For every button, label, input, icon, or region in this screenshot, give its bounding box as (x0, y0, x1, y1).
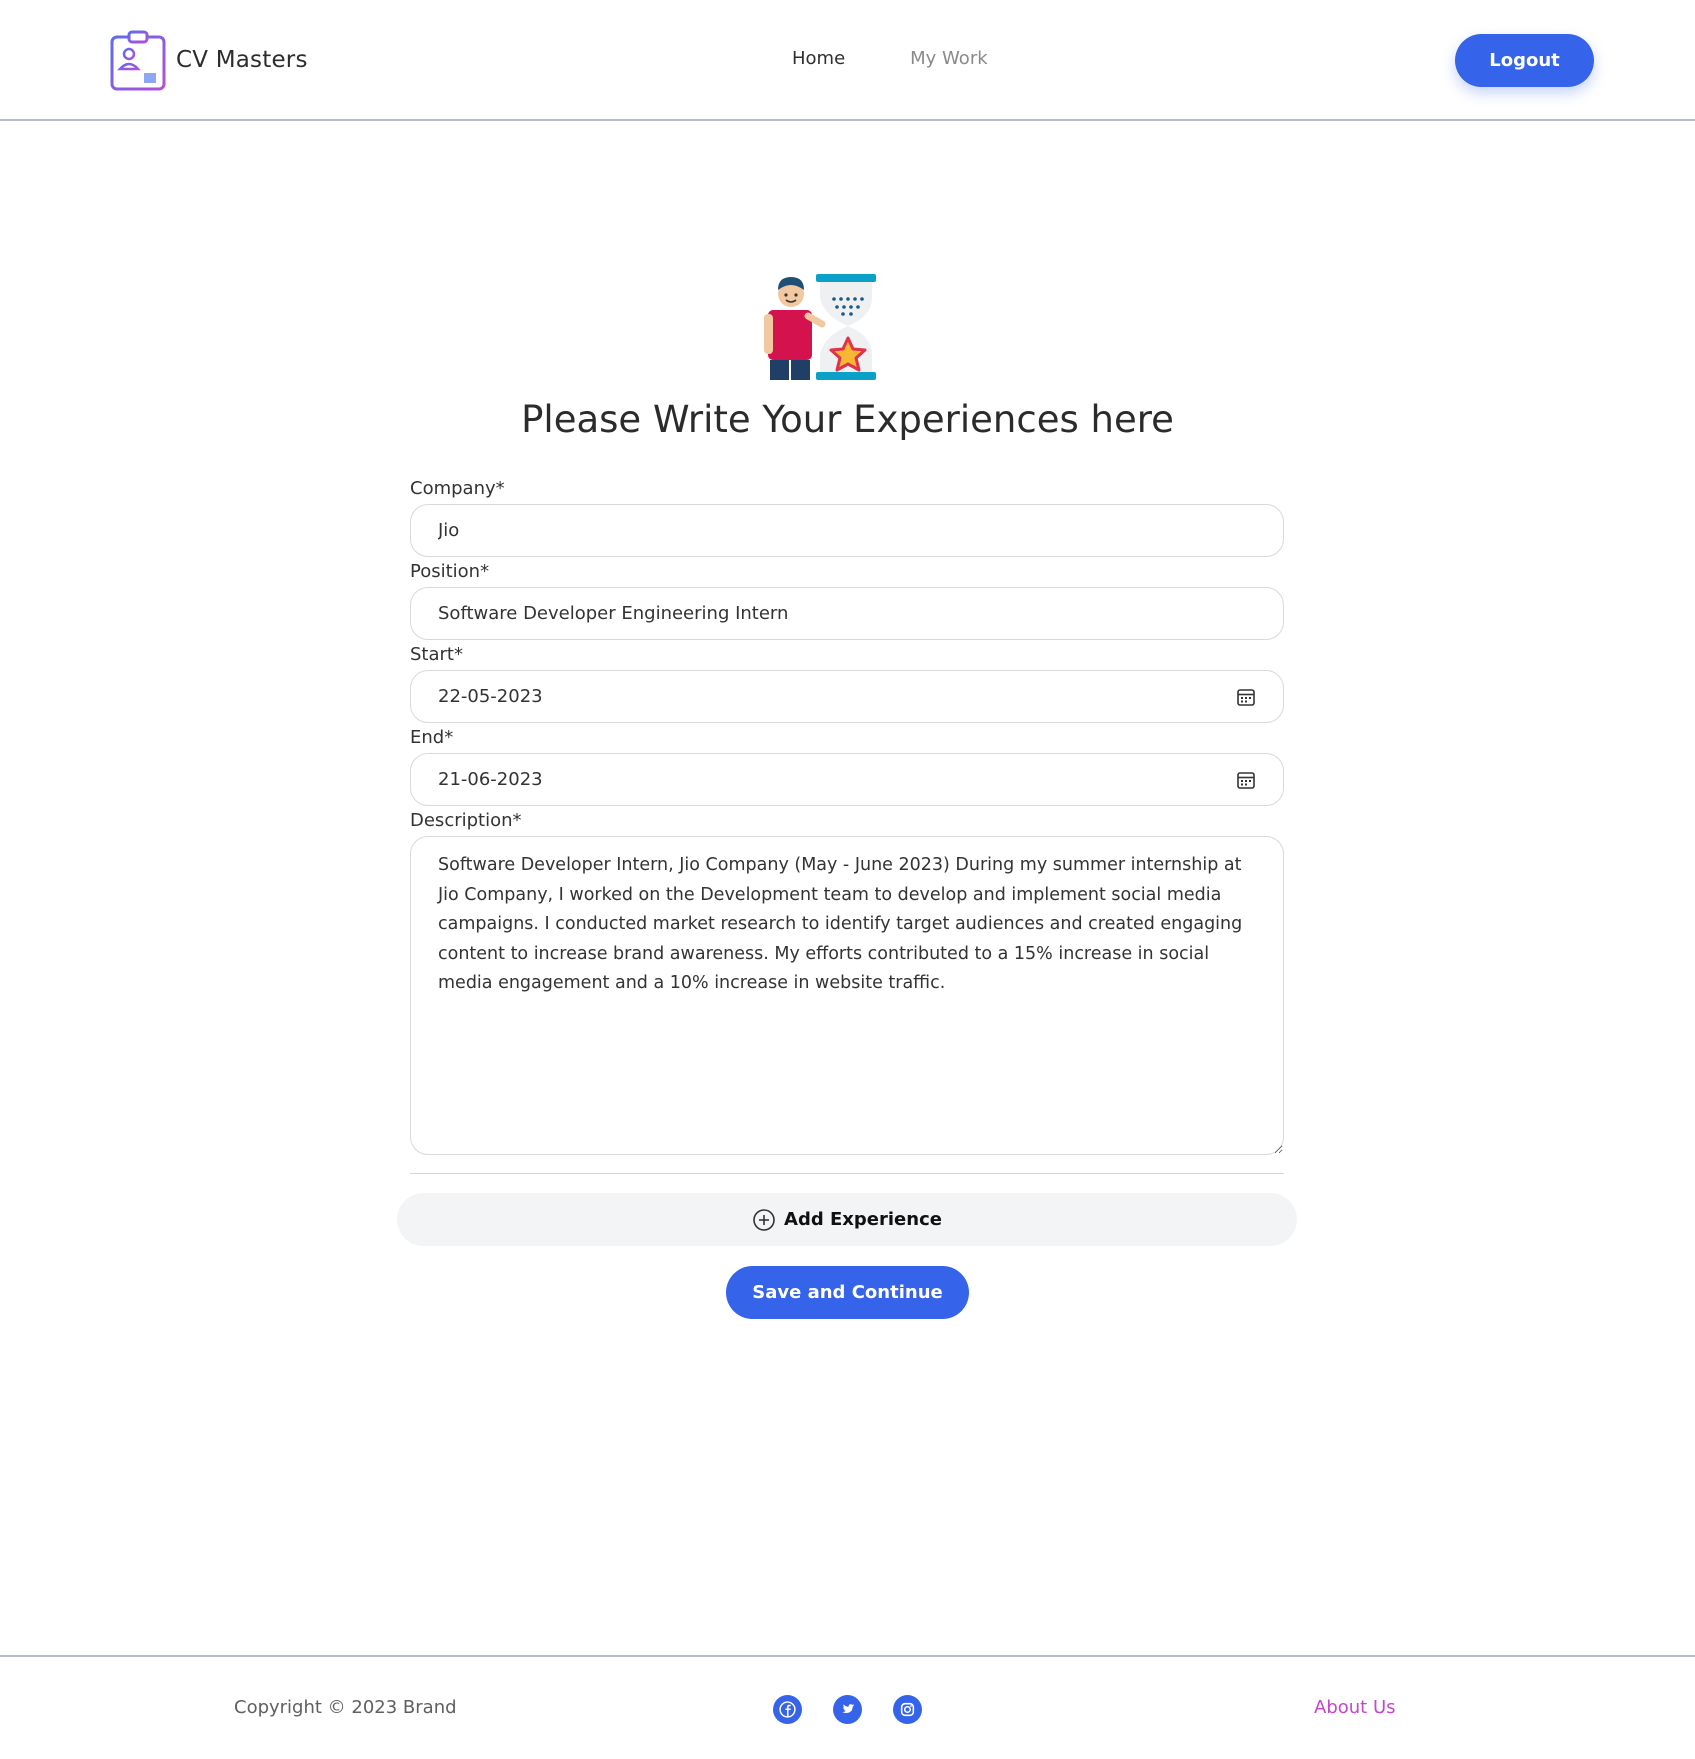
social-links (773, 1695, 922, 1724)
twitter-icon (842, 1704, 855, 1714)
logout-button[interactable]: Logout (1455, 34, 1594, 87)
brand-link[interactable]: CV Masters (110, 29, 308, 91)
main-nav: Home My Work (792, 48, 988, 69)
end-date-field-wrapper (410, 753, 1284, 806)
start-date-label: Start* (410, 644, 463, 665)
facebook-link[interactable] (773, 1695, 802, 1724)
save-and-continue-button[interactable]: Save and Continue (726, 1266, 969, 1319)
company-input[interactable] (438, 520, 1256, 541)
instagram-link[interactable] (893, 1695, 922, 1724)
position-input[interactable] (438, 603, 1256, 624)
calendar-icon[interactable] (1236, 687, 1256, 707)
nav-my-work-link[interactable]: My Work (910, 48, 987, 69)
company-field-wrapper (410, 504, 1284, 557)
position-field-wrapper (410, 587, 1284, 640)
page-title: Please Write Your Experiences here (521, 398, 1174, 441)
end-date-input[interactable] (438, 769, 1236, 790)
hourglass-person-illustration (764, 274, 876, 380)
about-us-link[interactable]: About Us (1314, 1697, 1396, 1718)
description-textarea[interactable]: Software Developer Intern, Jio Company (… (410, 836, 1284, 1155)
calendar-icon[interactable] (1236, 770, 1256, 790)
plus-circle-icon (753, 1208, 775, 1231)
add-experience-label: Add Experience (784, 1209, 942, 1230)
start-date-input[interactable] (438, 686, 1236, 707)
twitter-link[interactable] (833, 1695, 862, 1724)
position-label: Position* (410, 561, 490, 582)
company-label: Company* (410, 478, 505, 499)
site-footer: Copyright © 2023 Brand About Us (0, 1655, 1695, 1759)
end-date-label: End* (410, 727, 454, 748)
start-date-field-wrapper (410, 670, 1284, 723)
description-label: Description* (410, 810, 522, 831)
clipboard-cv-icon (110, 30, 166, 91)
site-header: CV Masters Home My Work Logout (0, 0, 1695, 121)
copyright-text: Copyright © 2023 Brand (234, 1697, 457, 1718)
instagram-icon (900, 1702, 915, 1717)
form-divider (410, 1173, 1284, 1174)
facebook-icon (779, 1701, 796, 1718)
nav-home-link[interactable]: Home (792, 48, 845, 69)
add-experience-button[interactable]: Add Experience (397, 1193, 1297, 1246)
brand-name: CV Masters (176, 47, 308, 73)
